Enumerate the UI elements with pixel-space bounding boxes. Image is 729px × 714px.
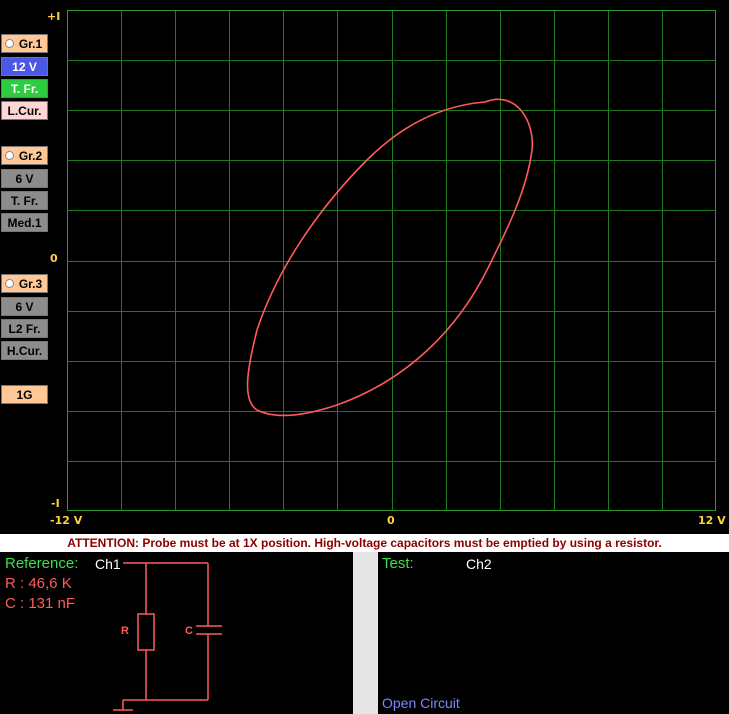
- attention-banner: ATTENTION: Probe must be at 1X position.…: [0, 534, 729, 552]
- resistor-symbol: [137, 613, 155, 651]
- panel-divider: [353, 552, 378, 714]
- group-2-voltage-button[interactable]: 6 V: [1, 169, 48, 188]
- y-axis-middle-label: 0: [50, 252, 58, 265]
- group-3-radio[interactable]: [5, 279, 14, 288]
- signature-trace: [246, 98, 534, 417]
- reference-panel: Reference: Ch1 R : 46,6 K C : 131 nF R C: [0, 552, 353, 714]
- y-axis-bottom-label: -I: [51, 497, 60, 510]
- group-3-current-button[interactable]: H.Cur.: [1, 341, 48, 360]
- group-1-voltage-button[interactable]: 12 V: [1, 57, 48, 76]
- y-axis-top-label: +I: [47, 10, 61, 23]
- group-1-button[interactable]: Gr.1: [1, 34, 48, 53]
- one-g-button[interactable]: 1G: [1, 385, 48, 404]
- group-2-current-button[interactable]: Med.1: [1, 213, 48, 232]
- signature-plot: [67, 10, 716, 511]
- test-channel: Ch2: [466, 556, 492, 572]
- group-3-button[interactable]: Gr.3: [1, 274, 48, 293]
- group-3-voltage-button[interactable]: 6 V: [1, 297, 48, 316]
- capacitor-label: C: [185, 625, 193, 637]
- plot-grid: [67, 10, 716, 511]
- group-3-frequency-button[interactable]: L2 Fr.: [1, 319, 48, 338]
- resistor-label: R: [121, 625, 129, 637]
- group-2-radio[interactable]: [5, 151, 14, 160]
- x-axis-left-label: -12 V: [50, 514, 83, 527]
- group-1-current-button[interactable]: L.Cur.: [1, 101, 48, 120]
- plot-border: [67, 10, 716, 511]
- test-status: Open Circuit: [382, 695, 460, 711]
- test-panel: Test: Ch2 Open Circuit: [378, 552, 729, 714]
- group-1-frequency-button[interactable]: T. Fr.: [1, 79, 48, 98]
- x-axis-right-label: 12 V: [698, 514, 726, 527]
- rc-circuit-diagram: R C: [113, 562, 222, 711]
- test-label: Test:: [382, 555, 414, 572]
- group-2-frequency-button[interactable]: T. Fr.: [1, 191, 48, 210]
- x-axis-center-label: 0: [387, 514, 395, 527]
- group-2-button[interactable]: Gr.2: [1, 146, 48, 165]
- group-1-radio[interactable]: [5, 39, 14, 48]
